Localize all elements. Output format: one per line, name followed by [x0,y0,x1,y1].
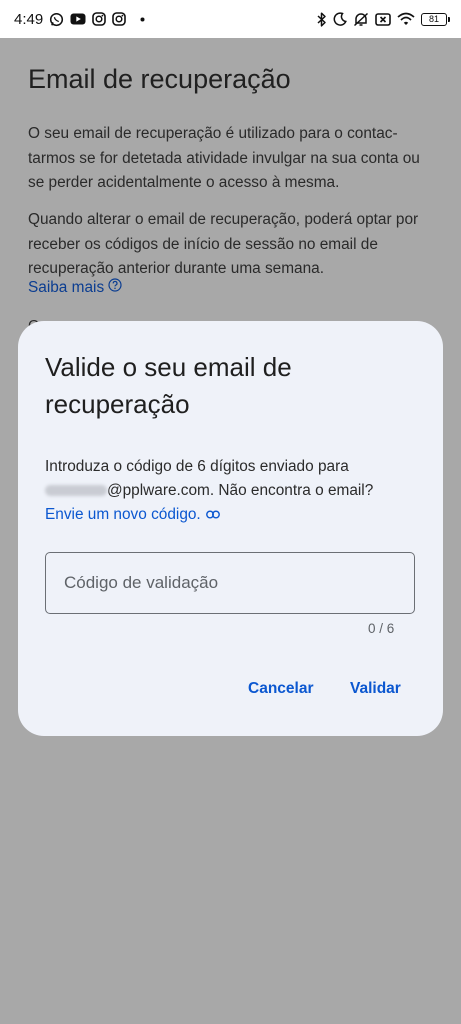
help-icon [108,278,122,297]
battery-icon: 81 [421,12,450,26]
status-bar: 4:49 81 [0,0,461,38]
link-icon [205,503,220,527]
learn-more-link[interactable]: Saiba mais [28,278,122,297]
bluetooth-icon [317,11,327,27]
character-counter: 0 / 6 [368,621,395,636]
status-bar-left: 4:49 [14,11,145,28]
page-description: O seu email de recuperação é utilizado p… [28,125,420,191]
blurred-email-username [45,485,107,497]
dialog-title: Valide o seu email de recuperação [45,352,292,419]
no-sim-icon [375,12,391,26]
whatsapp-icon [49,12,64,27]
battery-level: 81 [428,14,439,24]
dialog-body: Introduza o código de 6 dígitos enviado … [45,455,425,527]
resend-code-link[interactable]: Envie um novo código. [45,503,220,527]
youtube-icon [70,13,86,25]
status-bar-right: 81 [317,11,450,27]
dialog-instruction: Introduza o código de 6 dígitos enviado … [45,458,349,475]
page-change-note: Quando alterar o email de recuperação, p… [28,211,419,277]
dialog-email-line: @pplware.com. Não encontra o email? [45,479,425,503]
resend-code-label: Envie um novo código. [45,506,201,523]
dot-icon [140,17,145,22]
validation-code-field[interactable] [45,552,415,614]
validation-code-input[interactable] [46,553,414,613]
instagram-icon [112,12,127,26]
page-title: Email de recuperação [28,64,291,94]
clock: 4:49 [14,10,44,28]
wifi-icon [397,12,415,26]
moon-icon [333,12,347,26]
silent-icon [353,12,369,27]
validate-button[interactable]: Validar [344,676,407,702]
validate-recovery-email-dialog: Valide o seu email de recuperação Introd… [18,321,443,736]
learn-more-label: Saiba mais [28,278,105,296]
cancel-button[interactable]: Cancelar [242,676,319,702]
instagram-icon [92,12,107,26]
email-domain-text: @pplware.com. Não encontra o email? [107,482,374,499]
